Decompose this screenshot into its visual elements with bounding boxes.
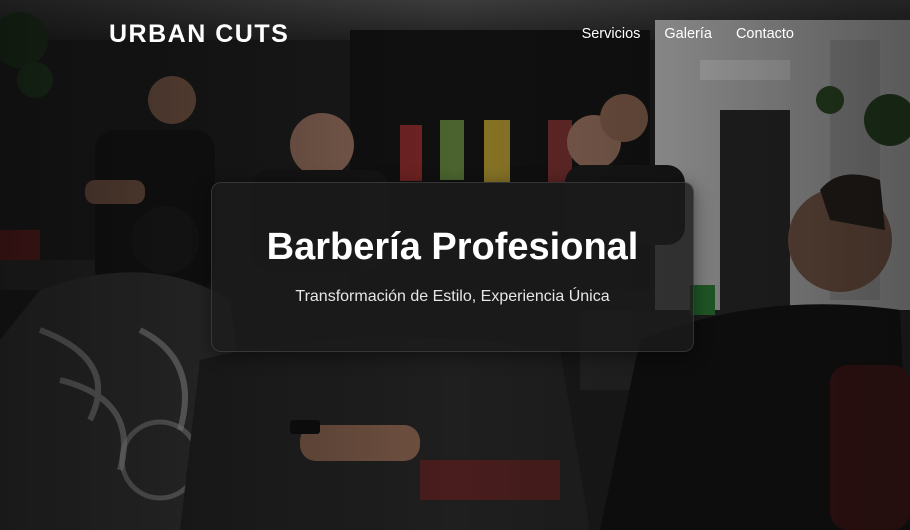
top-navbar: URBAN CUTS Servicios Galería Contacto — [0, 0, 910, 70]
hero-subtitle: Transformación de Estilo, Experiencia Ún… — [295, 288, 610, 305]
brand-logo-text[interactable]: URBAN CUTS — [109, 20, 289, 49]
nav-link-servicios[interactable]: Servicios — [582, 26, 641, 42]
hero-title: Barbería Profesional — [266, 226, 639, 268]
nav-links: Servicios Galería Contacto — [582, 26, 794, 42]
hero-section: URBAN CUTS Servicios Galería Contacto Ba… — [0, 0, 910, 530]
nav-link-galeria[interactable]: Galería — [664, 26, 712, 42]
nav-link-contacto[interactable]: Contacto — [736, 26, 794, 42]
hero-card: Barbería Profesional Transformación de E… — [211, 182, 694, 352]
